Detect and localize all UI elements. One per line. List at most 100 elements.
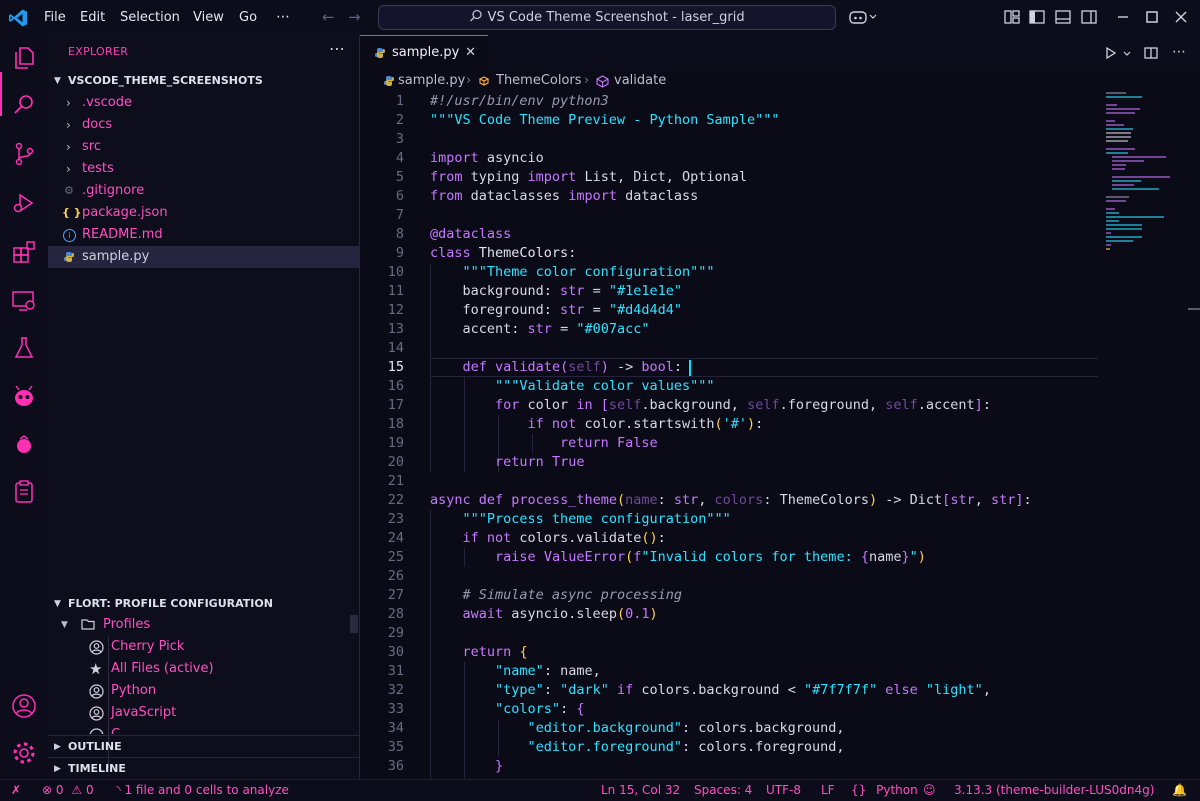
chevron-down-icon[interactable] <box>1122 45 1132 61</box>
breadcrumb-class[interactable]: ThemeColors <box>496 70 582 92</box>
tab-sample-py[interactable]: sample.py ✕ <box>360 35 488 70</box>
folder-vscode[interactable]: › .vscode <box>48 92 359 114</box>
maximize-icon[interactable] <box>1143 8 1161 26</box>
menu-selection[interactable]: Selection <box>120 0 180 35</box>
scrollbar-position-marker[interactable] <box>1188 308 1200 310</box>
toggle-primary-sidebar-icon[interactable] <box>1028 8 1046 26</box>
outline-section-header[interactable]: ▶ OUTLINE <box>48 735 359 758</box>
flort-section-header[interactable]: ▼ FLORT: PROFILE CONFIGURATION <box>48 593 359 615</box>
minimap-line <box>1106 148 1135 150</box>
menu-more[interactable]: ⋯ <box>276 0 290 35</box>
clipboard-extension-icon[interactable] <box>11 478 37 504</box>
minimap-line <box>1106 248 1110 250</box>
profiles-folder[interactable]: ▼ Profiles <box>48 614 359 636</box>
profile-icon <box>89 728 104 734</box>
line-number: 18 <box>387 416 404 432</box>
vscode-logo-icon[interactable] <box>8 8 28 28</box>
code-line: "name": name, <box>495 663 601 679</box>
code-line: from typing import List, Dict, Optional <box>430 169 748 185</box>
line-number: 36 <box>387 758 404 774</box>
profile-icon <box>89 640 104 655</box>
line-number: 7 <box>395 207 404 223</box>
breadcrumb-method[interactable]: validate <box>614 70 666 92</box>
minimap-line <box>1106 244 1112 246</box>
tab-label: sample.py <box>392 45 460 60</box>
menu-edit[interactable]: Edit <box>80 0 105 35</box>
file-readme[interactable]: i README.md <box>48 224 359 246</box>
minimap[interactable] <box>1104 92 1200 779</box>
problems-indicator[interactable]: ⊗ 0 ⚠ 0 <box>42 780 94 801</box>
minimap-line <box>1112 156 1166 158</box>
profile-item[interactable]: C... <box>48 724 359 734</box>
layout-customize-icon[interactable] <box>1003 8 1021 26</box>
breadcrumb-file[interactable]: sample.py <box>398 70 465 92</box>
source-control-icon[interactable] <box>11 141 37 167</box>
run-debug-icon[interactable] <box>11 190 37 216</box>
line-number: 27 <box>387 587 404 603</box>
code-line: foreground: str = "#d4d4d4" <box>430 302 682 318</box>
minimap-line <box>1106 212 1119 214</box>
close-window-icon[interactable] <box>1172 8 1190 26</box>
more-actions-icon[interactable]: ⋯ <box>1172 35 1186 70</box>
accounts-icon[interactable] <box>11 693 37 719</box>
search-icon[interactable] <box>11 92 37 118</box>
line-number: 28 <box>387 606 404 622</box>
profile-item[interactable]: Cherry Pick <box>48 636 359 658</box>
python-icon <box>64 252 74 262</box>
line-number: 33 <box>387 701 404 717</box>
remote-indicator-icon[interactable]: ✗ <box>0 780 32 801</box>
python-interpreter[interactable]: 3.13.3 (theme-builder-LUS0dn4g) <box>954 780 1154 801</box>
encoding[interactable]: UTF-8 <box>766 780 801 801</box>
language-mode[interactable]: {} Python <box>851 780 918 801</box>
notifications-bell-icon[interactable]: 🔔 <box>1172 780 1187 801</box>
back-arrow-icon[interactable]: ← <box>322 0 335 35</box>
berry-extension-icon[interactable] <box>11 431 37 457</box>
folder-src[interactable]: › src <box>48 136 359 158</box>
editor-tab-bar: sample.py ✕ ⋯ <box>360 35 1200 70</box>
settings-gear-icon[interactable] <box>11 740 37 766</box>
copilot-icon[interactable] <box>848 8 878 26</box>
command-center-search[interactable]: VS Code Theme Screenshot - laser_grid <box>378 5 836 30</box>
end-of-line[interactable]: LF <box>821 780 835 801</box>
tab-close-icon[interactable]: ✕ <box>465 36 476 70</box>
code-line: "colors": { <box>495 701 585 717</box>
file-package-json[interactable]: { } package.json <box>48 202 359 224</box>
workspace-root-header[interactable]: ▼ VSCODE_THEME_SCREENSHOTS <box>48 70 359 92</box>
profile-item[interactable]: ★ All Files (active) <box>48 658 359 680</box>
run-python-icon[interactable] <box>1103 45 1119 61</box>
profile-item[interactable]: Python <box>48 680 359 702</box>
extensions-icon[interactable] <box>11 239 37 265</box>
cursor-position[interactable]: Ln 15, Col 32 <box>601 780 680 801</box>
gear-icon: ⚙ <box>64 184 74 197</box>
line-number: 32 <box>387 682 404 698</box>
chevron-right-icon: › <box>66 96 71 110</box>
code-line: background: str = "#1e1e1e" <box>430 283 682 299</box>
file-sample-py[interactable]: sample.py <box>48 246 359 268</box>
minimap-line <box>1112 184 1134 186</box>
minimap-line <box>1106 104 1117 106</box>
file-gitignore[interactable]: ⚙ .gitignore <box>48 180 359 202</box>
menu-file[interactable]: File <box>44 0 66 35</box>
code-editor[interactable]: 1 2 3 4 5 6 7 8 9 10 11 12 13 14 15 16 17 18 19 20 21 22 23 24 2… <box>360 92 1200 779</box>
explorer-files-icon[interactable] <box>11 45 37 71</box>
analysis-status[interactable]: ◝ 1 file and 0 cells to analyze <box>116 780 289 801</box>
minimap-line <box>1112 168 1125 170</box>
forward-arrow-icon[interactable]: → <box>348 0 361 35</box>
toggle-panel-icon[interactable] <box>1054 8 1072 26</box>
minimize-icon[interactable] <box>1114 8 1132 26</box>
timeline-section-header[interactable]: ▶ TIMELINE <box>48 757 359 780</box>
alien-extension-icon[interactable] <box>11 384 37 410</box>
folder-docs[interactable]: › docs <box>48 114 359 136</box>
copilot-status-icon[interactable]: ☺ <box>923 780 936 801</box>
remote-explorer-icon[interactable] <box>11 288 37 314</box>
menu-go[interactable]: Go <box>239 0 257 35</box>
menu-view[interactable]: View <box>193 0 224 35</box>
indentation[interactable]: Spaces: 4 <box>694 780 752 801</box>
profile-item[interactable]: JavaScript <box>48 702 359 724</box>
chevron-right-icon: › <box>66 140 71 154</box>
folder-tests[interactable]: › tests <box>48 158 359 180</box>
explorer-more-icon[interactable]: ⋯ <box>329 39 345 58</box>
toggle-secondary-sidebar-icon[interactable] <box>1080 8 1098 26</box>
split-editor-icon[interactable] <box>1143 45 1159 61</box>
testing-flask-icon[interactable] <box>11 335 37 361</box>
